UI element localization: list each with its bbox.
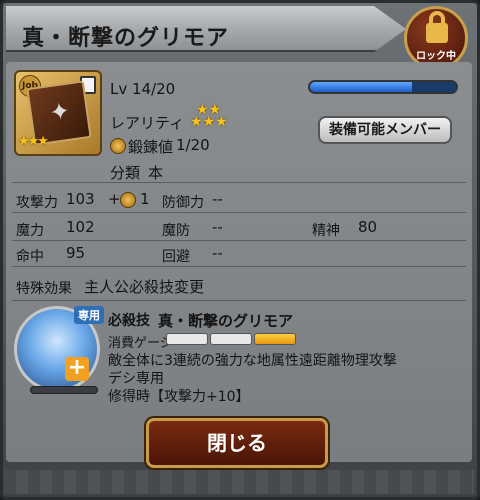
equippable-members-button[interactable]: 装備可能メンバー — [318, 116, 452, 144]
atk-bonus: + — [108, 190, 121, 208]
level-progress-bar — [308, 80, 458, 94]
divider — [12, 266, 466, 267]
gauge-cost-label: 消費ゲージ — [108, 336, 173, 351]
eva-value: -- — [212, 244, 223, 262]
special-effect-value: 主人公必殺技変更 — [84, 278, 205, 296]
category-label: 分類 — [110, 164, 141, 182]
acc-value: 95 — [66, 244, 86, 262]
skill-gauge-bar — [30, 386, 98, 394]
close-button[interactable]: 閉じる — [146, 418, 328, 468]
def-value: -- — [212, 190, 223, 208]
skill-name: 真・断撃のグリモア — [158, 312, 294, 330]
forging-value: 1/20 — [176, 136, 210, 154]
skill-owner: デシ専用 — [108, 371, 164, 387]
mag-label: 魔力 — [16, 223, 44, 239]
divider — [12, 300, 466, 301]
acc-label: 命中 — [16, 249, 44, 265]
level-progress-fill — [310, 82, 413, 92]
rarity-label: レアリティ — [110, 114, 185, 132]
footer-ornament — [4, 470, 474, 494]
mag-value: 102 — [66, 218, 95, 236]
atk-value: 103 — [66, 190, 95, 208]
divider — [12, 212, 466, 213]
atk-bonus-coin-icon — [120, 192, 136, 208]
special-effect-label: 特殊効果 — [16, 281, 72, 297]
item-title: 真・断撃のグリモア — [22, 26, 230, 51]
title-bar: 真・断撃のグリモア — [6, 6, 406, 52]
item-icon: Job ★★★ — [14, 70, 102, 156]
mdef-value: -- — [212, 218, 223, 236]
lock-button[interactable]: ロック中 — [404, 6, 468, 70]
spirit-label: 精神 — [312, 223, 340, 239]
exclusive-badge: 専用 — [74, 306, 104, 324]
item-rarity-stars: ★★★ — [18, 134, 49, 149]
atk-bonus-value: 1 — [140, 190, 150, 208]
forging-label: 鍛錬値 — [128, 138, 174, 156]
def-label: 防御力 — [162, 195, 204, 211]
divider — [12, 182, 466, 183]
rarity-stars-bottom: ★★★ — [190, 114, 228, 130]
gauge-segment — [166, 333, 208, 345]
gauge-segment — [210, 333, 252, 345]
skill-mastery-bonus: 修得時【攻撃力+10】 — [108, 389, 250, 405]
rarity-stars: ★★ ★★★ — [190, 103, 228, 130]
level-text: Lv 14/20 — [110, 80, 176, 98]
forging-coin-icon — [110, 138, 126, 154]
lock-label: ロック中 — [416, 51, 456, 62]
spirit-value: 80 — [358, 218, 378, 236]
mdef-label: 魔防 — [162, 223, 190, 239]
category-value: 本 — [148, 164, 164, 182]
skill-description: 敵全体に3連続の強力な地属性遠距離物理攻撃 — [108, 353, 397, 369]
gauge-cost-meter — [166, 333, 296, 345]
divider — [12, 240, 466, 241]
gauge-segment — [254, 333, 296, 345]
eva-label: 回避 — [162, 249, 190, 265]
lock-body — [426, 23, 448, 43]
skill-type-label: 必殺技 — [108, 313, 150, 329]
atk-label: 攻撃力 — [16, 195, 58, 211]
